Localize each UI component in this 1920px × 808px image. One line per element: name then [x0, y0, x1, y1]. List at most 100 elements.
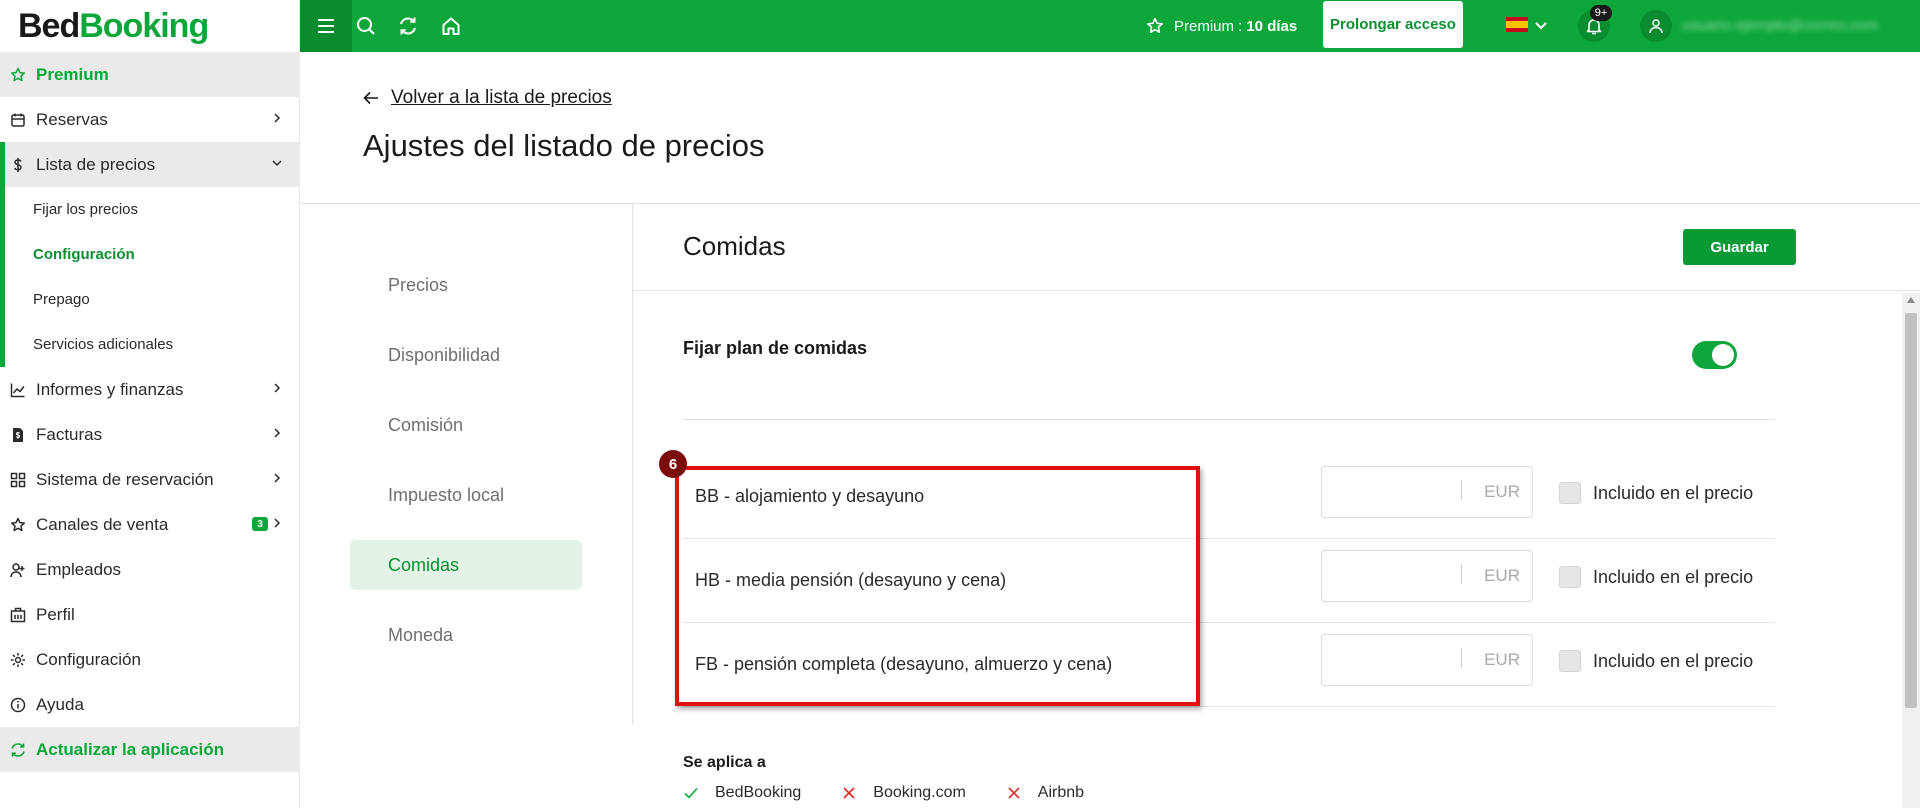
- star-icon: [1147, 17, 1163, 33]
- sidebar-item-premium[interactable]: Premium: [0, 52, 300, 97]
- cross-icon: [1006, 785, 1022, 801]
- sidebar-item-configuracion[interactable]: Configuración: [0, 637, 300, 682]
- chevron-right-icon: [274, 473, 281, 483]
- grid-icon: [10, 472, 26, 488]
- sidebar-item-reservas[interactable]: Reservas: [0, 97, 300, 142]
- sidebar-item-lista-de-precios[interactable]: Lista de precios: [0, 142, 300, 187]
- sidebar-subitem-fijar-precios[interactable]: Fijar los precios: [0, 187, 300, 232]
- content-scrollbar[interactable]: [1902, 293, 1920, 808]
- toggle-divider: [683, 419, 1775, 420]
- sidebar-item-label: Perfil: [36, 604, 75, 624]
- tutorial-step-badge: 6: [659, 450, 687, 478]
- channel-airbnb: Airbnb: [1006, 784, 1084, 802]
- tabs-divider: [632, 204, 633, 724]
- top-bar: Premium : 10 días Prolongar acceso 9+ us…: [300, 0, 1920, 52]
- input-separator: [1461, 480, 1462, 500]
- applies-to-label: Se aplica a: [683, 754, 766, 771]
- sidebar-subitem-configuracion[interactable]: Configuración: [0, 232, 300, 277]
- building-icon: [10, 607, 26, 623]
- scrollbar-thumb[interactable]: [1905, 313, 1917, 708]
- included-in-price-label[interactable]: Incluido en el precio: [1593, 567, 1753, 588]
- back-to-price-list-link[interactable]: Volver a la lista de precios: [363, 87, 612, 109]
- header-divider: [300, 203, 1920, 204]
- sidebar-item-ayuda[interactable]: Ayuda: [0, 682, 300, 727]
- meal-name: HB - media pensión (desayuno y cena): [695, 570, 1007, 590]
- save-button[interactable]: Guardar: [1683, 229, 1796, 265]
- sidebar-item-label: Sistema de reservación: [36, 469, 214, 489]
- scroll-up-arrow-icon[interactable]: [1907, 297, 1915, 303]
- info-icon: [10, 697, 26, 713]
- meal-row-bb: BB - alojamiento y desayuno EUR Incluido…: [683, 455, 1775, 539]
- meal-price-input[interactable]: EUR: [1321, 466, 1533, 518]
- sidebar-item-sistema-reservacion[interactable]: Sistema de reservación: [0, 457, 300, 502]
- channel-name: BedBooking: [715, 784, 802, 801]
- included-in-price-checkbox[interactable]: [1559, 566, 1581, 588]
- user-email[interactable]: usuario.ejemplo@correo.com: [1682, 17, 1907, 35]
- meal-plan-label: Fijar plan de comidas: [683, 338, 868, 358]
- back-link-label: Volver a la lista de precios: [391, 87, 612, 108]
- sidebar-item-empleados[interactable]: Empleados: [0, 547, 300, 592]
- meal-row-hb: HB - media pensión (desayuno y cena) EUR…: [683, 539, 1775, 623]
- sidebar-item-facturas[interactable]: Facturas: [0, 412, 300, 457]
- spain-flag-icon[interactable]: [1506, 17, 1528, 32]
- sidebar-item-informes[interactable]: Informes y finanzas: [0, 367, 300, 412]
- refresh-button[interactable]: [396, 14, 420, 38]
- chevron-right-icon: [274, 518, 281, 528]
- sidebar: Bed Booking Premium Reservas Lista de pre…: [0, 0, 300, 808]
- channel-booking-com: Booking.com: [841, 784, 966, 802]
- toggle-knob: [1712, 344, 1734, 366]
- sidebar-item-actualizar[interactable]: Actualizar la aplicación: [0, 727, 300, 772]
- sidebar-subitem-prepago[interactable]: Prepago: [0, 277, 300, 322]
- sidebar-item-perfil[interactable]: Perfil: [0, 592, 300, 637]
- page-title: Ajustes del listado de precios: [363, 128, 765, 163]
- arrow-left-icon: [363, 91, 378, 105]
- sidebar-item-label: Facturas: [36, 424, 103, 444]
- included-in-price-checkbox[interactable]: [1559, 650, 1581, 672]
- meal-price-input[interactable]: EUR: [1321, 550, 1533, 602]
- chevron-right-icon: [274, 113, 281, 123]
- meal-price-input[interactable]: EUR: [1321, 634, 1533, 686]
- included-in-price-label[interactable]: Incluido en el precio: [1593, 483, 1753, 504]
- app-logo[interactable]: Bed Booking: [18, 4, 209, 48]
- hamburger-menu-button[interactable]: [300, 0, 352, 52]
- calendar-icon: [10, 112, 26, 128]
- sidebar-item-label: Informes y finanzas: [36, 379, 184, 399]
- logo-part-bed: Bed: [18, 6, 80, 45]
- channel-list: BedBooking Booking.com Airbnb: [683, 784, 1124, 802]
- user-plus-icon: [10, 562, 26, 578]
- meal-name: FB - pensión completa (desayuno, almuerz…: [695, 654, 1113, 674]
- premium-days: 10 días: [1246, 17, 1298, 35]
- chart-icon: [10, 382, 26, 398]
- chevron-right-icon: [274, 383, 281, 393]
- chevron-right-icon: [274, 428, 281, 438]
- included-in-price-checkbox[interactable]: [1559, 482, 1581, 504]
- prolong-access-button[interactable]: Prolongar acceso: [1323, 1, 1463, 48]
- tab-moneda[interactable]: Moneda: [350, 610, 582, 660]
- sidebar-subnav: Fijar los precios Configuración Prepago …: [0, 187, 300, 367]
- tab-comidas[interactable]: Comidas: [350, 540, 582, 590]
- chevron-down-icon[interactable]: [1534, 18, 1548, 32]
- premium-status: Premium : 10 días: [1146, 0, 1297, 52]
- count-badge: 3: [252, 517, 268, 531]
- tab-precios[interactable]: Precios: [350, 260, 582, 310]
- invoice-icon: [10, 427, 26, 443]
- search-button[interactable]: [354, 14, 378, 38]
- tab-disponibilidad[interactable]: Disponibilidad: [350, 330, 582, 380]
- input-separator: [1461, 564, 1462, 584]
- section-divider: [633, 290, 1920, 291]
- user-avatar[interactable]: [1640, 10, 1672, 42]
- tab-impuesto-local[interactable]: Impuesto local: [350, 470, 582, 520]
- sidebar-item-canales-venta[interactable]: Canales de venta 3: [0, 502, 300, 547]
- sidebar-subitem-servicios-adicionales[interactable]: Servicios adicionales: [0, 322, 300, 367]
- tab-comision[interactable]: Comisión: [350, 400, 582, 450]
- home-button[interactable]: [439, 14, 463, 38]
- currency-label: EUR: [1484, 566, 1520, 585]
- dollar-icon: [10, 157, 26, 173]
- star-icon: [10, 67, 26, 83]
- included-in-price-label[interactable]: Incluido en el precio: [1593, 651, 1753, 672]
- chevron-down-icon: [272, 160, 282, 167]
- meal-plan-toggle[interactable]: [1692, 341, 1737, 369]
- meal-name: BB - alojamiento y desayuno: [695, 486, 925, 506]
- check-icon: [683, 785, 699, 801]
- currency-label: EUR: [1484, 482, 1520, 501]
